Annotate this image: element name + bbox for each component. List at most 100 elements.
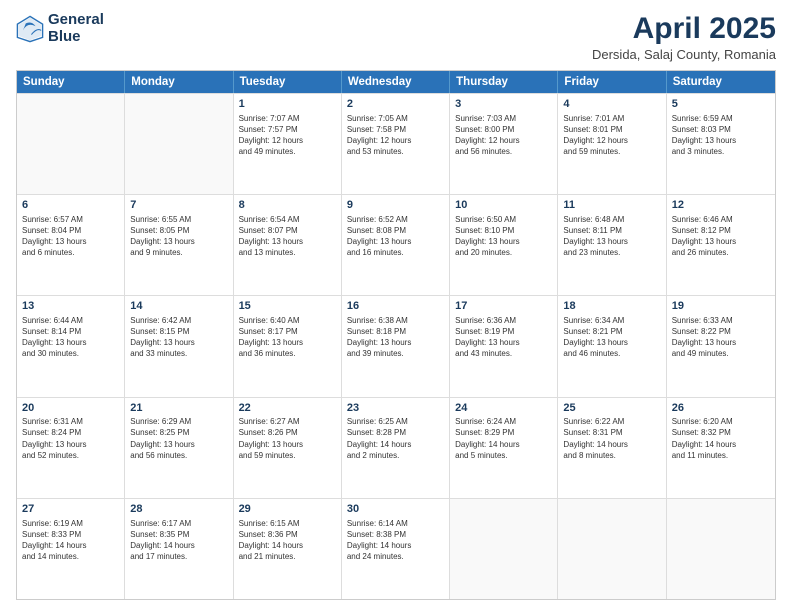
day-number: 13 bbox=[22, 299, 119, 314]
day-number: 25 bbox=[563, 401, 660, 416]
cal-cell: 8Sunrise: 6:54 AM Sunset: 8:07 PM Daylig… bbox=[234, 195, 342, 295]
calendar-row-3: 13Sunrise: 6:44 AM Sunset: 8:14 PM Dayli… bbox=[17, 295, 775, 396]
day-number: 8 bbox=[239, 198, 336, 213]
day-number: 26 bbox=[672, 401, 770, 416]
cal-cell bbox=[558, 499, 666, 599]
cell-info: Sunrise: 6:40 AM Sunset: 8:17 PM Dayligh… bbox=[239, 315, 336, 359]
cal-cell: 25Sunrise: 6:22 AM Sunset: 8:31 PM Dayli… bbox=[558, 398, 666, 498]
day-number: 27 bbox=[22, 502, 119, 517]
day-number: 15 bbox=[239, 299, 336, 314]
cell-info: Sunrise: 6:36 AM Sunset: 8:19 PM Dayligh… bbox=[455, 315, 552, 359]
day-number: 28 bbox=[130, 502, 227, 517]
day-number: 18 bbox=[563, 299, 660, 314]
cal-cell bbox=[125, 94, 233, 194]
cal-cell: 24Sunrise: 6:24 AM Sunset: 8:29 PM Dayli… bbox=[450, 398, 558, 498]
cal-cell: 15Sunrise: 6:40 AM Sunset: 8:17 PM Dayli… bbox=[234, 296, 342, 396]
header-tuesday: Tuesday bbox=[234, 71, 342, 93]
cal-cell: 10Sunrise: 6:50 AM Sunset: 8:10 PM Dayli… bbox=[450, 195, 558, 295]
header-friday: Friday bbox=[558, 71, 666, 93]
day-number: 9 bbox=[347, 198, 444, 213]
day-number: 3 bbox=[455, 97, 552, 112]
header-saturday: Saturday bbox=[667, 71, 775, 93]
cell-info: Sunrise: 6:55 AM Sunset: 8:05 PM Dayligh… bbox=[130, 214, 227, 258]
cal-cell bbox=[450, 499, 558, 599]
cell-info: Sunrise: 6:38 AM Sunset: 8:18 PM Dayligh… bbox=[347, 315, 444, 359]
day-number: 23 bbox=[347, 401, 444, 416]
calendar-header: Sunday Monday Tuesday Wednesday Thursday… bbox=[17, 71, 775, 93]
cal-cell: 3Sunrise: 7:03 AM Sunset: 8:00 PM Daylig… bbox=[450, 94, 558, 194]
logo-text: General Blue bbox=[48, 12, 104, 45]
day-number: 1 bbox=[239, 97, 336, 112]
cell-info: Sunrise: 6:29 AM Sunset: 8:25 PM Dayligh… bbox=[130, 416, 227, 460]
cell-info: Sunrise: 6:33 AM Sunset: 8:22 PM Dayligh… bbox=[672, 315, 770, 359]
header: General Blue April 2025 Dersida, Salaj C… bbox=[16, 12, 776, 62]
header-sunday: Sunday bbox=[17, 71, 125, 93]
cal-cell: 2Sunrise: 7:05 AM Sunset: 7:58 PM Daylig… bbox=[342, 94, 450, 194]
cal-cell: 1Sunrise: 7:07 AM Sunset: 7:57 PM Daylig… bbox=[234, 94, 342, 194]
cal-cell: 21Sunrise: 6:29 AM Sunset: 8:25 PM Dayli… bbox=[125, 398, 233, 498]
calendar-row-5: 27Sunrise: 6:19 AM Sunset: 8:33 PM Dayli… bbox=[17, 498, 775, 599]
cal-cell: 17Sunrise: 6:36 AM Sunset: 8:19 PM Dayli… bbox=[450, 296, 558, 396]
cal-cell: 6Sunrise: 6:57 AM Sunset: 8:04 PM Daylig… bbox=[17, 195, 125, 295]
calendar-row-4: 20Sunrise: 6:31 AM Sunset: 8:24 PM Dayli… bbox=[17, 397, 775, 498]
cell-info: Sunrise: 6:46 AM Sunset: 8:12 PM Dayligh… bbox=[672, 214, 770, 258]
cell-info: Sunrise: 6:54 AM Sunset: 8:07 PM Dayligh… bbox=[239, 214, 336, 258]
header-thursday: Thursday bbox=[450, 71, 558, 93]
cell-info: Sunrise: 6:22 AM Sunset: 8:31 PM Dayligh… bbox=[563, 416, 660, 460]
cal-cell: 12Sunrise: 6:46 AM Sunset: 8:12 PM Dayli… bbox=[667, 195, 775, 295]
day-number: 5 bbox=[672, 97, 770, 112]
day-number: 4 bbox=[563, 97, 660, 112]
cell-info: Sunrise: 6:15 AM Sunset: 8:36 PM Dayligh… bbox=[239, 518, 336, 562]
cell-info: Sunrise: 6:17 AM Sunset: 8:35 PM Dayligh… bbox=[130, 518, 227, 562]
calendar-body: 1Sunrise: 7:07 AM Sunset: 7:57 PM Daylig… bbox=[17, 93, 775, 599]
day-number: 14 bbox=[130, 299, 227, 314]
month-title: April 2025 bbox=[592, 12, 776, 45]
calendar: Sunday Monday Tuesday Wednesday Thursday… bbox=[16, 70, 776, 600]
cell-info: Sunrise: 6:24 AM Sunset: 8:29 PM Dayligh… bbox=[455, 416, 552, 460]
cell-info: Sunrise: 7:05 AM Sunset: 7:58 PM Dayligh… bbox=[347, 113, 444, 157]
day-number: 29 bbox=[239, 502, 336, 517]
logo-icon bbox=[16, 15, 44, 43]
cell-info: Sunrise: 6:48 AM Sunset: 8:11 PM Dayligh… bbox=[563, 214, 660, 258]
cell-info: Sunrise: 6:50 AM Sunset: 8:10 PM Dayligh… bbox=[455, 214, 552, 258]
cell-info: Sunrise: 6:19 AM Sunset: 8:33 PM Dayligh… bbox=[22, 518, 119, 562]
day-number: 20 bbox=[22, 401, 119, 416]
cal-cell: 11Sunrise: 6:48 AM Sunset: 8:11 PM Dayli… bbox=[558, 195, 666, 295]
logo: General Blue bbox=[16, 12, 104, 45]
cal-cell: 7Sunrise: 6:55 AM Sunset: 8:05 PM Daylig… bbox=[125, 195, 233, 295]
cell-info: Sunrise: 6:42 AM Sunset: 8:15 PM Dayligh… bbox=[130, 315, 227, 359]
cal-cell: 14Sunrise: 6:42 AM Sunset: 8:15 PM Dayli… bbox=[125, 296, 233, 396]
title-section: April 2025 Dersida, Salaj County, Romani… bbox=[592, 12, 776, 62]
cal-cell: 5Sunrise: 6:59 AM Sunset: 8:03 PM Daylig… bbox=[667, 94, 775, 194]
day-number: 21 bbox=[130, 401, 227, 416]
cal-cell: 23Sunrise: 6:25 AM Sunset: 8:28 PM Dayli… bbox=[342, 398, 450, 498]
header-monday: Monday bbox=[125, 71, 233, 93]
calendar-row-1: 1Sunrise: 7:07 AM Sunset: 7:57 PM Daylig… bbox=[17, 93, 775, 194]
cal-cell: 22Sunrise: 6:27 AM Sunset: 8:26 PM Dayli… bbox=[234, 398, 342, 498]
cell-info: Sunrise: 7:03 AM Sunset: 8:00 PM Dayligh… bbox=[455, 113, 552, 157]
cell-info: Sunrise: 6:31 AM Sunset: 8:24 PM Dayligh… bbox=[22, 416, 119, 460]
cal-cell: 13Sunrise: 6:44 AM Sunset: 8:14 PM Dayli… bbox=[17, 296, 125, 396]
cal-cell: 27Sunrise: 6:19 AM Sunset: 8:33 PM Dayli… bbox=[17, 499, 125, 599]
day-number: 12 bbox=[672, 198, 770, 213]
day-number: 22 bbox=[239, 401, 336, 416]
cell-info: Sunrise: 7:07 AM Sunset: 7:57 PM Dayligh… bbox=[239, 113, 336, 157]
location: Dersida, Salaj County, Romania bbox=[592, 47, 776, 62]
calendar-row-2: 6Sunrise: 6:57 AM Sunset: 8:04 PM Daylig… bbox=[17, 194, 775, 295]
cal-cell: 4Sunrise: 7:01 AM Sunset: 8:01 PM Daylig… bbox=[558, 94, 666, 194]
cell-info: Sunrise: 6:20 AM Sunset: 8:32 PM Dayligh… bbox=[672, 416, 770, 460]
cal-cell: 18Sunrise: 6:34 AM Sunset: 8:21 PM Dayli… bbox=[558, 296, 666, 396]
cell-info: Sunrise: 6:27 AM Sunset: 8:26 PM Dayligh… bbox=[239, 416, 336, 460]
cal-cell: 16Sunrise: 6:38 AM Sunset: 8:18 PM Dayli… bbox=[342, 296, 450, 396]
cal-cell bbox=[17, 94, 125, 194]
cell-info: Sunrise: 6:25 AM Sunset: 8:28 PM Dayligh… bbox=[347, 416, 444, 460]
day-number: 10 bbox=[455, 198, 552, 213]
day-number: 16 bbox=[347, 299, 444, 314]
day-number: 7 bbox=[130, 198, 227, 213]
cell-info: Sunrise: 6:52 AM Sunset: 8:08 PM Dayligh… bbox=[347, 214, 444, 258]
cell-info: Sunrise: 7:01 AM Sunset: 8:01 PM Dayligh… bbox=[563, 113, 660, 157]
cal-cell: 29Sunrise: 6:15 AM Sunset: 8:36 PM Dayli… bbox=[234, 499, 342, 599]
day-number: 6 bbox=[22, 198, 119, 213]
cell-info: Sunrise: 6:14 AM Sunset: 8:38 PM Dayligh… bbox=[347, 518, 444, 562]
header-wednesday: Wednesday bbox=[342, 71, 450, 93]
